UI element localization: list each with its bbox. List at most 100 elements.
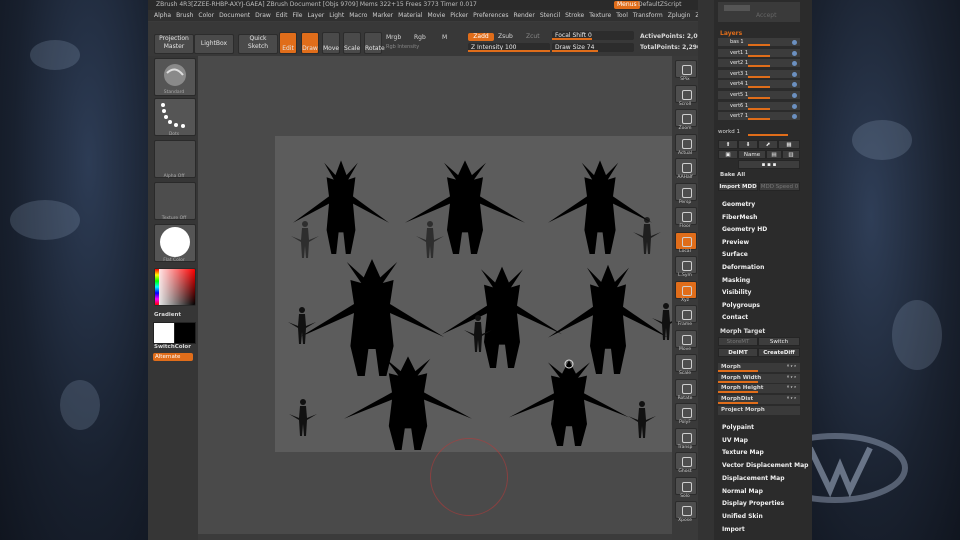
menu-edit[interactable]: Edit (276, 10, 288, 21)
menu-marker[interactable]: Marker (372, 10, 393, 21)
main-color-swatch[interactable] (153, 322, 175, 344)
menu-zplugin[interactable]: Zplugin (668, 10, 691, 21)
panel-divider[interactable] (698, 0, 714, 540)
menu-file[interactable]: File (292, 10, 302, 21)
z-intensity-slider[interactable]: Z Intensity 100 (468, 43, 550, 52)
layer-copy-button[interactable]: ▣ (718, 150, 738, 159)
tool-scale-button[interactable] (675, 354, 697, 372)
layer-up-button[interactable]: ⬆ (718, 140, 738, 149)
tool-polyf-button[interactable] (675, 403, 697, 421)
section-surface[interactable]: Surface (722, 251, 748, 258)
section-geometry[interactable]: Geometry (722, 201, 755, 208)
projection-master-button[interactable]: Projection Master (154, 34, 194, 54)
section-import[interactable]: Import (722, 526, 745, 533)
menu-render[interactable]: Render (513, 10, 534, 21)
layer-item[interactable]: vert4 1 (718, 80, 800, 90)
layers-title[interactable]: Layers (720, 30, 742, 37)
zadd-button[interactable]: Zadd (468, 33, 494, 41)
draw-button[interactable]: Draw (301, 32, 319, 54)
gradient-label[interactable]: Gradient (154, 312, 181, 318)
layer-item[interactable]: vert7 1 (718, 112, 800, 122)
tool-persp-button[interactable] (675, 182, 697, 201)
section-preview[interactable]: Preview (722, 239, 749, 246)
project-morph-button[interactable]: Project Morph (718, 406, 800, 415)
xyz-axis-icons[interactable]: ⁰ ʸ ᶻ (787, 363, 796, 372)
menu-draw[interactable]: Draw (255, 10, 271, 21)
menu-stencil[interactable]: Stencil (540, 10, 560, 21)
zsub-button[interactable]: Zsub (498, 33, 513, 40)
zcut-button[interactable]: Zcut (526, 33, 540, 40)
draw-size-slider[interactable]: Draw Size 74 (552, 43, 634, 52)
eye-icon[interactable] (792, 61, 797, 67)
layer-split-button[interactable]: ▥ (782, 150, 800, 159)
layer-intensity-bar[interactable] (748, 97, 770, 99)
tool-solo-button[interactable] (675, 476, 697, 495)
tool-xpose-button[interactable] (675, 501, 697, 519)
tool-xyz-button[interactable] (675, 280, 697, 299)
layer-intensity-bar[interactable] (748, 86, 770, 89)
lightbox-button[interactable]: LightBox (194, 34, 234, 54)
scale-button[interactable]: Scale (343, 32, 361, 54)
section-masking[interactable]: Masking (722, 277, 750, 284)
storemt-button[interactable]: StoreMT (718, 337, 758, 346)
tool-aahalf-button[interactable] (675, 158, 697, 176)
morph-target-title[interactable]: Morph Target (720, 328, 765, 335)
rgb-intensity-slider[interactable]: Rgb Intensity (386, 44, 419, 50)
layer-item[interactable]: bas 1 (718, 38, 800, 47)
layer-name-button[interactable]: Name (738, 150, 766, 159)
section-polygroups[interactable]: Polygroups (722, 302, 760, 309)
alpha-thumbnail[interactable] (154, 140, 196, 178)
eye-icon[interactable] (792, 103, 797, 109)
menu-alpha[interactable]: Alpha (154, 10, 171, 21)
document-canvas[interactable] (275, 136, 695, 452)
slider-morph-height[interactable]: Morph Height ⁰ ʸ ᶻ (718, 384, 800, 394)
mdd-speed-slider[interactable]: MDD Speed 0 (759, 182, 800, 191)
tool-zoom-button[interactable] (675, 109, 697, 127)
section-displacement-map[interactable]: Displacement Map (722, 475, 785, 482)
menu-macro[interactable]: Macro (349, 10, 367, 21)
tool-frame-button[interactable] (675, 305, 697, 323)
m-button[interactable]: M (442, 34, 447, 41)
layer-intensity-bar[interactable] (748, 75, 770, 78)
rotate-button[interactable]: Rotate (364, 32, 385, 54)
alternate-button[interactable]: Alternate (153, 353, 193, 361)
tool-lsym-button[interactable] (675, 256, 697, 274)
section-normal-map[interactable]: Normal Map (722, 488, 763, 495)
tool-local-button[interactable] (675, 231, 697, 250)
menu-movie[interactable]: Movie (428, 10, 446, 21)
eye-icon[interactable] (792, 93, 797, 98)
xyz-axis-icons[interactable]: ⁰ ʸ ᶻ (787, 384, 796, 393)
move-button[interactable]: Move (322, 32, 340, 54)
menu-brush[interactable]: Brush (176, 10, 193, 21)
layer-intensity-bar[interactable] (748, 118, 770, 121)
section-texture-map[interactable]: Texture Map (722, 449, 764, 456)
xyz-axis-icons[interactable]: ⁰ ʸ ᶻ (787, 395, 796, 404)
quick-sketch-button[interactable]: Quick Sketch (238, 34, 278, 54)
layer-item[interactable]: vert6 1 (718, 101, 800, 111)
import-mdd-button[interactable]: Import MDD (718, 182, 758, 191)
slider-morph[interactable]: Morph ⁰ ʸ ᶻ (718, 363, 800, 372)
layer-intensity-bar[interactable] (748, 65, 770, 68)
tool-actual-button[interactable] (675, 133, 697, 152)
mrgb-button[interactable]: Mrgb (386, 34, 401, 41)
layer-item[interactable]: vert3 1 (718, 69, 800, 79)
secondary-color-swatch[interactable] (174, 322, 196, 344)
section-geometry-hd[interactable]: Geometry HD (722, 226, 767, 233)
texture-thumbnail[interactable] (154, 182, 196, 220)
eye-icon[interactable] (792, 40, 797, 45)
menu-picker[interactable]: Picker (450, 10, 468, 21)
menu-stroke[interactable]: Stroke (565, 10, 584, 21)
section-visibility[interactable]: Visibility (722, 289, 751, 296)
section-vector-displacement-map[interactable]: Vector Displacement Map (722, 462, 808, 469)
menu-preferences[interactable]: Preferences (473, 10, 508, 21)
switch-color-button[interactable]: SwitchColor (154, 344, 191, 350)
stroke-thumbnail[interactable] (154, 98, 196, 136)
section-unified-skin[interactable]: Unified Skin (722, 513, 763, 520)
work-layer-slider[interactable]: workd 1 (718, 128, 800, 136)
eye-icon[interactable] (792, 114, 797, 120)
tool-rotate-button[interactable] (675, 378, 697, 397)
tool-spix-button[interactable] (675, 60, 697, 78)
tool-move-button[interactable] (675, 329, 697, 348)
layer-item[interactable]: vert1 1 (718, 48, 800, 58)
menu-texture[interactable]: Texture (589, 10, 611, 21)
